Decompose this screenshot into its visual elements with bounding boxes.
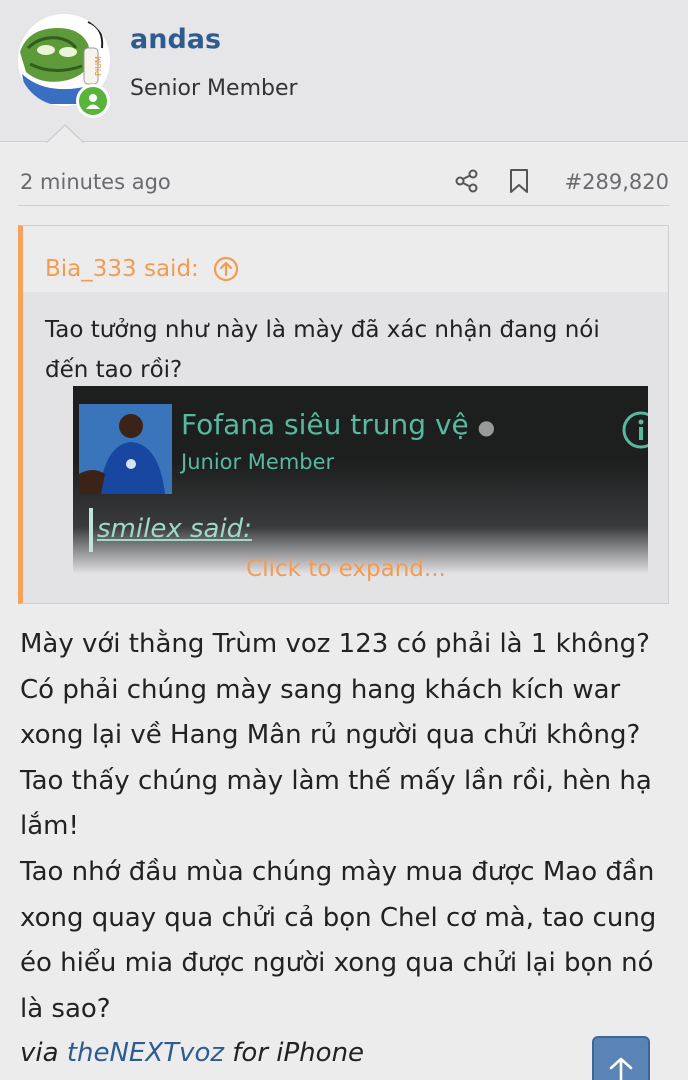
quote-embedded-image: Fofana siêu trung vệ ● Junior Member smi…	[73, 386, 648, 574]
post-time[interactable]: 2 minutes ago	[20, 170, 171, 194]
embed-username-text: Fofana siêu trung vệ	[181, 408, 469, 441]
signature-app-link[interactable]: theNEXTvoz	[67, 1038, 224, 1068]
embed-username: Fofana siêu trung vệ ●	[181, 408, 495, 441]
info-icon	[622, 411, 648, 449]
quote-text: Tao tưởng như này là mày đã xác nhận đan…	[45, 317, 600, 383]
embed-quote-bar	[89, 508, 93, 552]
avatar[interactable]: PIUM	[18, 14, 114, 118]
quote-author[interactable]: Bia_333 said:	[45, 256, 199, 282]
click-to-expand-link[interactable]: Click to expand...	[23, 556, 669, 582]
scroll-to-top-button[interactable]	[592, 1036, 650, 1080]
user-header: PIUM andas Senior Member	[0, 0, 688, 143]
signature-platform: for iPhone	[232, 1038, 365, 1068]
post-number[interactable]: #289,820	[565, 170, 669, 194]
username[interactable]: andas	[130, 24, 221, 55]
online-status-icon	[76, 84, 110, 118]
embed-user-title: Junior Member	[181, 450, 335, 474]
user-title: Senior Member	[130, 76, 298, 101]
post-meta-row: 2 minutes ago #289,820	[18, 158, 669, 206]
share-icon[interactable]	[454, 168, 480, 194]
arrow-up-icon	[609, 1057, 633, 1080]
go-to-quote-icon[interactable]	[213, 256, 239, 282]
quote-header: Bia_333 said:	[23, 226, 668, 292]
avatar-badge-text: PIUM	[94, 56, 103, 76]
post-message: Mày với thằng Trùm voz 123 có phải là 1 …	[20, 629, 657, 1024]
embed-status-dot: ●	[477, 415, 496, 439]
post-signature: via theNEXTvoz for iPhone	[20, 1038, 364, 1068]
bookmark-icon[interactable]	[508, 168, 530, 194]
embed-avatar	[79, 404, 172, 494]
signature-via: via	[20, 1038, 59, 1068]
post-pointer-icon	[46, 123, 84, 143]
embed-nested-quote: smilex said:	[97, 514, 252, 544]
quote-block: Bia_333 said: Tao tưởng như này là mày đ…	[18, 225, 669, 604]
